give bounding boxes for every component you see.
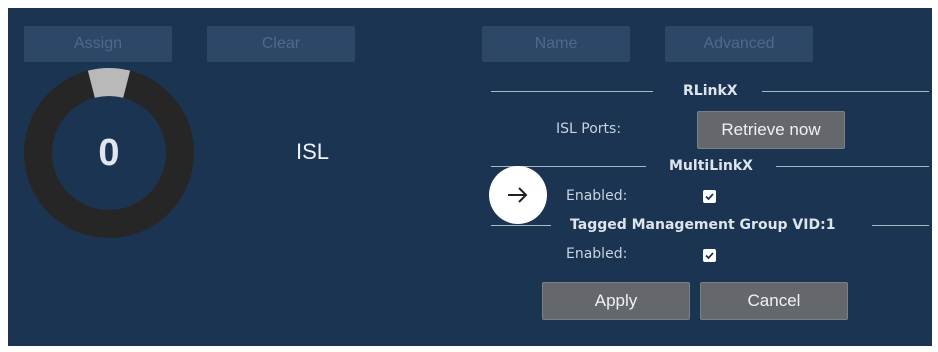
tagged-management-enabled-checkbox[interactable] xyxy=(703,249,716,262)
tagged-management-section-title: Tagged Management Group VID:1 xyxy=(570,217,836,233)
section-divider xyxy=(491,91,653,92)
arrow-right-icon xyxy=(489,166,547,224)
retrieve-now-button[interactable]: Retrieve now xyxy=(697,111,845,149)
multilinkx-enabled-label: Enabled: xyxy=(566,188,628,204)
tagged-management-enabled-label: Enabled: xyxy=(566,246,628,262)
multilinkx-section-title: MultiLinkX xyxy=(669,158,753,174)
rlinkx-section-title: RLinkX xyxy=(683,83,738,99)
check-icon xyxy=(705,193,714,201)
advanced-button[interactable]: Advanced xyxy=(665,26,813,62)
apply-button[interactable]: Apply xyxy=(542,282,690,320)
isl-ports-label: ISL Ports: xyxy=(556,121,622,137)
section-divider xyxy=(762,91,929,92)
check-icon xyxy=(705,252,714,260)
multilinkx-enabled-checkbox[interactable] xyxy=(703,190,716,203)
section-divider xyxy=(491,225,551,226)
assign-button[interactable]: Assign xyxy=(24,26,172,62)
section-divider xyxy=(872,225,929,226)
name-button[interactable]: Name xyxy=(482,26,630,62)
page-title: ISL xyxy=(296,139,330,164)
gauge-value: 0 xyxy=(98,131,120,174)
arrow-right-icon xyxy=(508,187,528,203)
section-divider xyxy=(776,166,929,167)
clear-button[interactable]: Clear xyxy=(207,26,355,62)
cancel-button[interactable]: Cancel xyxy=(700,282,848,320)
